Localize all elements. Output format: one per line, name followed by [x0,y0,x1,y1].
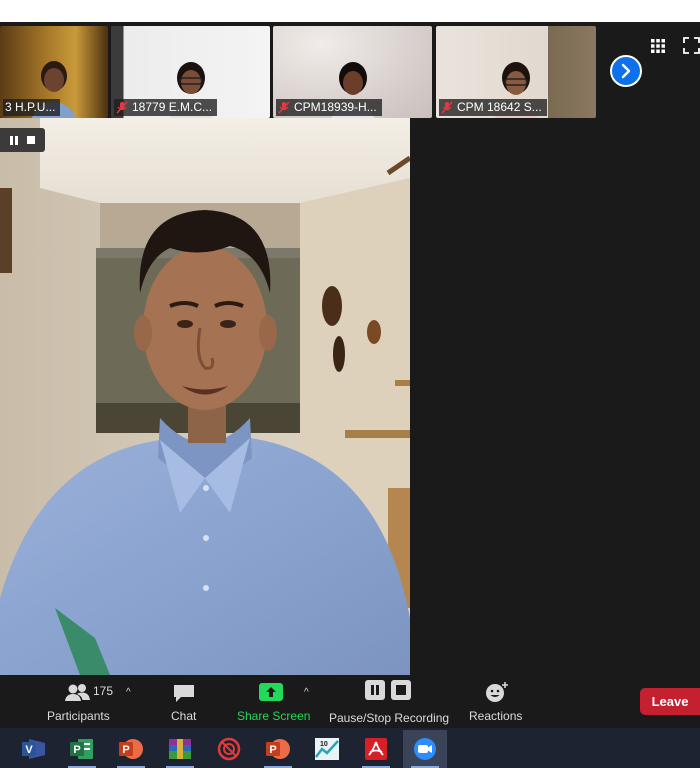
reactions-button[interactable]: Reactions [466,675,526,728]
participants-count: 175 [93,684,114,698]
meeting-toolbar: 175 Participants ^ Chat Share Screen ^ P… [0,675,700,728]
gallery-view-icon[interactable] [650,38,666,54]
taskbar-powerpoint[interactable]: P [109,730,153,768]
participant-name: 18779 E.M.C... [132,100,213,114]
winrar-icon [169,739,191,759]
zoom-app-icon [414,738,436,760]
participants-button[interactable]: 175 Participants [45,675,115,728]
share-options-caret[interactable]: ^ [304,687,309,698]
participant-tile[interactable]: CPM 18642 S... [436,26,596,118]
share-screen-icon [259,683,283,701]
pause-icon [365,680,385,700]
participant-name-tag: CPM 18642 S... [439,99,547,116]
next-page-button[interactable] [610,55,642,87]
svg-text:P: P [269,744,276,756]
title-bar [0,0,700,22]
taskbar-project[interactable]: P [60,730,104,768]
powerpoint-icon: P [119,739,143,759]
taskbar-zoom[interactable] [403,730,447,768]
acrobat-icon [365,738,387,760]
share-screen-label: Share Screen [237,709,311,723]
chat-label: Chat [171,709,197,723]
participant-name: CPM18939-H... [294,100,377,114]
active-speaker-video[interactable] [0,118,410,675]
project-icon: P [70,739,93,759]
chat-icon [174,685,194,702]
reactions-label: Reactions [469,709,523,723]
fullscreen-icon[interactable] [683,37,700,54]
participant-strip: 3 H.P.U... 18779 E.M.C... CPM18939-H... … [0,22,700,118]
svg-text:V: V [25,744,33,756]
recording-controls [0,128,45,152]
stop-recording-icon[interactable] [27,136,36,144]
taskbar-visio[interactable]: V [12,730,56,768]
taskbar-acrobat[interactable] [354,730,398,768]
participant-tile[interactable]: CPM18939-H... [273,26,432,118]
visio-icon: V [22,739,45,759]
participant-tile[interactable]: 18779 E.M.C... [111,26,270,118]
muted-mic-icon [116,101,128,114]
participant-name-tag: 3 H.P.U... [3,99,61,116]
pause-stop-recording-button[interactable]: Pause/Stop Recording [325,675,451,728]
taskbar-target-app[interactable] [207,730,251,768]
chat-button[interactable]: Chat [165,675,205,728]
participant-name: 3 H.P.U... [5,100,56,114]
muted-mic-icon [441,101,453,114]
target-app-icon [217,737,241,761]
windows-taskbar: V P P P 10 [0,728,700,768]
speaker-video-frame [0,118,410,675]
taskbar-powerpoint-2[interactable]: P [256,730,300,768]
participant-tile[interactable]: 3 H.P.U... [0,26,108,118]
share-screen-button[interactable]: Share Screen [233,675,311,728]
recording-label: Pause/Stop Recording [329,711,450,725]
muted-mic-icon [278,101,290,114]
reactions-icon [486,682,508,702]
chart-app-icon: 10 [315,738,339,760]
participants-label: Participants [47,709,110,723]
svg-text:P: P [122,744,129,756]
svg-text:10: 10 [320,741,328,748]
pause-recording-icon[interactable] [9,135,18,145]
leave-button[interactable]: Leave [640,688,700,715]
powerpoint-icon: P [266,739,290,759]
svg-text:P: P [73,744,80,756]
participant-name: CPM 18642 S... [457,100,542,114]
taskbar-winrar[interactable] [158,730,202,768]
stop-icon [391,680,411,700]
zoom-meeting-window: 3 H.P.U... 18779 E.M.C... CPM18939-H... … [0,0,700,768]
taskbar-chart-app[interactable]: 10 [305,730,349,768]
participant-name-tag: CPM18939-H... [276,99,382,116]
participants-icon [65,684,90,701]
participant-name-tag: 18779 E.M.C... [114,99,218,116]
chevron-right-icon [621,63,631,79]
participants-options-caret[interactable]: ^ [126,687,131,698]
